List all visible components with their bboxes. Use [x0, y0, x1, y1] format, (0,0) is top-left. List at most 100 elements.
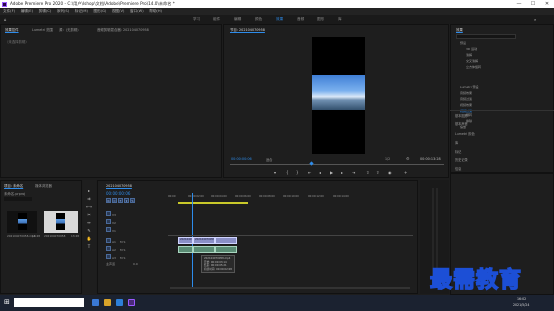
timeline-timecode[interactable]: 00:00:00:06	[106, 191, 130, 196]
playhead-timecode[interactable]: 00:00:00:06	[231, 157, 252, 161]
panel-libraries[interactable]: 库	[455, 140, 458, 145]
tree-cube-spin[interactable]: 立方体旋转	[466, 65, 481, 69]
project-item-thumb-1[interactable]	[44, 211, 78, 233]
razor-tool-icon[interactable]: ✂	[86, 212, 92, 218]
fit-dropdown[interactable]: 适合	[266, 157, 272, 162]
panel-lumetri-color[interactable]: Lumetri 颜色	[455, 131, 475, 136]
mark-in-icon[interactable]: {	[286, 170, 289, 175]
search-icon[interactable]: ⌕	[534, 17, 536, 22]
go-to-in-icon[interactable]: ⇤	[308, 170, 311, 175]
tree-dissolve[interactable]: 溶解	[466, 53, 472, 57]
tree-audio-transitions[interactable]: 音频过渡	[460, 97, 472, 101]
tree-audio-effects[interactable]: 音频效果	[460, 91, 472, 95]
lift-icon[interactable]: ⇧	[366, 170, 369, 175]
tab-lumetri-scopes[interactable]: Lumetri 范围	[32, 27, 53, 32]
audio-clip-3[interactable]	[215, 246, 237, 253]
workspace-editing[interactable]: 编辑	[234, 15, 241, 24]
add-marker-icon-tl[interactable]: ▾	[124, 198, 129, 203]
workspace-audio[interactable]: 音频	[297, 15, 304, 24]
windows-start-icon[interactable]: ⊞	[4, 298, 10, 306]
selection-tool-icon[interactable]: ▸	[86, 188, 92, 194]
workspace-effects[interactable]: 效果	[276, 15, 283, 24]
workspace-learn[interactable]: 学习	[193, 15, 200, 24]
tree-3d-motion[interactable]: 3D 运动	[466, 47, 477, 51]
panel-info[interactable]: 信息	[455, 166, 461, 171]
settings-icon[interactable]: ⚙	[406, 156, 410, 161]
tree-cross-dissolve[interactable]: 交叉溶解	[466, 59, 478, 63]
type-tool-icon[interactable]: T	[86, 244, 92, 250]
tab-media-browser[interactable]: 媒体浏览器	[35, 183, 52, 188]
panel-essential-graphics[interactable]: 基本图形	[455, 113, 468, 118]
close-button[interactable]: ✕	[540, 0, 554, 8]
panel-markers[interactable]: 标记	[455, 149, 461, 154]
snap-icon[interactable]: ⊂	[112, 198, 117, 203]
timeline-settings-icon[interactable]: ✎	[130, 198, 135, 203]
v3-toggle[interactable]	[106, 211, 111, 216]
file-explorer-icon[interactable]	[104, 299, 111, 306]
slip-tool-icon[interactable]: ↔	[86, 220, 92, 226]
panel-history[interactable]: 历史记录	[455, 157, 468, 162]
program-monitor-tab[interactable]: 节目: 202104070958	[230, 27, 265, 32]
work-area-bar[interactable]	[178, 202, 248, 204]
tab-source[interactable]: 源：(无剪辑)	[59, 27, 79, 32]
menu-sequence[interactable]: 序列(S)	[57, 9, 69, 13]
hand-tool-icon[interactable]: ✋	[86, 236, 92, 242]
menu-help[interactable]: 帮助(H)	[149, 9, 162, 13]
tab-effect-controls[interactable]: 效果控件	[5, 27, 19, 32]
resolution-dropdown[interactable]: 1/2	[385, 157, 390, 161]
video-clip-1[interactable]: 202104070958.mp4	[178, 237, 193, 244]
maximize-button[interactable]: ☐	[526, 0, 540, 8]
tree-presets[interactable]: 预设	[460, 41, 466, 45]
home-icon[interactable]: ⌂	[4, 17, 7, 22]
minimize-button[interactable]: —	[512, 0, 526, 8]
a2-toggle[interactable]	[106, 246, 111, 251]
timeline-tab[interactable]: 202104070958	[106, 184, 132, 188]
play-icon[interactable]: ▶	[330, 170, 333, 175]
v2-toggle[interactable]	[106, 219, 111, 224]
edge-icon[interactable]	[116, 299, 123, 306]
project-search-input[interactable]	[4, 197, 32, 201]
step-forward-icon[interactable]: ▸	[341, 170, 343, 175]
taskbar-search-input[interactable]	[14, 298, 84, 307]
menu-graphics[interactable]: 图形(G)	[94, 9, 107, 13]
step-back-icon[interactable]: ◂	[319, 170, 321, 175]
add-marker-icon[interactable]: ▾	[274, 170, 276, 175]
tab-project[interactable]: 项目: 未命名	[4, 183, 23, 188]
audio-clip-1[interactable]	[178, 246, 193, 253]
tab-audio-clip-mixer[interactable]: 音频剪辑混合器: 202104070958	[97, 27, 149, 32]
premiere-taskbar-icon[interactable]	[128, 299, 135, 306]
panel-essential-sound[interactable]: 基本声音	[455, 121, 468, 126]
menu-file[interactable]: 文件(F)	[3, 9, 15, 13]
menu-clip[interactable]: 剪辑(C)	[39, 9, 52, 13]
taskview-icon[interactable]	[92, 299, 99, 306]
video-clip-2[interactable]: 202104070958.mp4	[193, 237, 215, 244]
tree-lumetri-presets[interactable]: Lumetri 预设	[460, 85, 479, 89]
pen-tool-icon[interactable]: ✎	[86, 228, 92, 234]
tree-video-effects[interactable]: 视频效果	[460, 103, 472, 107]
button-editor-icon[interactable]: +	[404, 170, 407, 175]
project-item-thumb-0[interactable]	[7, 211, 37, 233]
effects-search-input[interactable]	[456, 34, 516, 39]
timeline-scrollbar[interactable]	[170, 287, 410, 289]
audio-clip-2[interactable]	[193, 246, 215, 253]
menu-marker[interactable]: 标记(M)	[75, 9, 88, 13]
workspace-color[interactable]: 颜色	[255, 15, 262, 24]
monitor-scrubber[interactable]	[230, 164, 444, 165]
a3-toggle[interactable]	[106, 254, 111, 259]
linked-selection-icon[interactable]: ⚭	[118, 198, 123, 203]
go-to-out-icon[interactable]: ⇥	[352, 170, 355, 175]
mark-out-icon[interactable]: }	[296, 170, 299, 175]
extract-icon[interactable]: ⇪	[376, 170, 379, 175]
ripple-edit-tool-icon[interactable]: ⟷	[86, 204, 92, 210]
v1-toggle[interactable]	[106, 227, 111, 232]
track-select-tool-icon[interactable]: ⇉	[86, 196, 92, 202]
workspace-assembly[interactable]: 组件	[213, 15, 220, 24]
export-frame-icon[interactable]: ◉	[388, 170, 392, 175]
nest-icon[interactable]: ⧉	[106, 198, 111, 203]
a1-toggle[interactable]	[106, 238, 111, 243]
workspace-libraries[interactable]: 库	[338, 15, 342, 24]
menu-view[interactable]: 视图(V)	[112, 9, 124, 13]
menu-window[interactable]: 窗口(W)	[130, 9, 144, 13]
workspace-graphics[interactable]: 图形	[317, 15, 324, 24]
master-volume-value[interactable]: 0.0	[133, 262, 138, 266]
